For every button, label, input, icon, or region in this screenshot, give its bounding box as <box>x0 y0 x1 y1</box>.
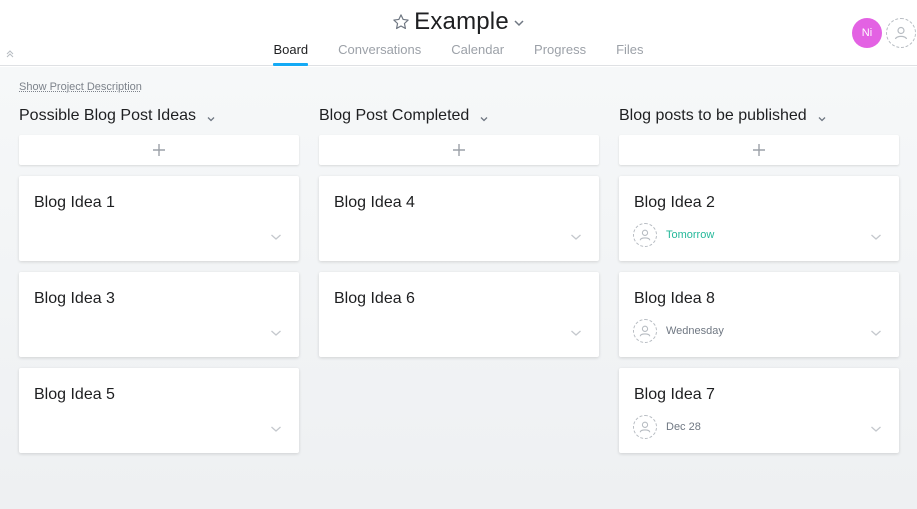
board-column: Blog posts to be published Blog Idea 2 T… <box>619 105 899 453</box>
chevron-down-icon[interactable] <box>270 327 282 339</box>
assignee-button[interactable] <box>633 415 657 439</box>
avatar[interactable]: Ni <box>852 18 882 48</box>
tab-conversations[interactable]: Conversations <box>338 40 421 66</box>
task-card[interactable]: Blog Idea 6 <box>319 272 599 357</box>
tab-calendar[interactable]: Calendar <box>451 40 504 66</box>
chevron-down-icon[interactable] <box>513 16 525 28</box>
task-card[interactable]: Blog Idea 5 <box>19 368 299 453</box>
plus-icon <box>153 144 165 156</box>
tab-progress[interactable]: Progress <box>534 40 586 66</box>
chevron-down-icon[interactable] <box>570 231 582 243</box>
add-task-button[interactable] <box>619 135 899 165</box>
chevron-down-icon[interactable] <box>870 327 882 339</box>
chevron-down-icon[interactable] <box>870 423 882 435</box>
chevron-down-icon[interactable] <box>270 423 282 435</box>
add-member-button[interactable] <box>886 18 916 48</box>
plus-icon <box>453 144 465 156</box>
add-task-button[interactable] <box>319 135 599 165</box>
task-title: Blog Idea 5 <box>34 386 115 403</box>
board-column: Possible Blog Post Ideas Blog Idea 1 Blo… <box>19 105 299 453</box>
column-title: Blog Post Completed <box>319 107 470 124</box>
project-tabs: Board Conversations Calendar Progress Fi… <box>0 40 917 66</box>
task-title: Blog Idea 8 <box>634 290 715 307</box>
task-card[interactable]: Blog Idea 3 <box>19 272 299 357</box>
column-title: Possible Blog Post Ideas <box>19 107 196 124</box>
assignee-button[interactable] <box>633 223 657 247</box>
project-title: Example <box>414 8 509 35</box>
person-icon <box>894 26 908 40</box>
board-column: Blog Post Completed Blog Idea 4 Blog Ide… <box>319 105 599 357</box>
task-title: Blog Idea 4 <box>334 194 415 211</box>
tab-board[interactable]: Board <box>273 40 308 66</box>
task-card[interactable]: Blog Idea 4 <box>319 176 599 261</box>
chevron-down-icon[interactable] <box>817 111 827 122</box>
task-title: Blog Idea 6 <box>334 290 415 307</box>
due-date[interactable]: Wednesday <box>666 325 724 337</box>
chevron-down-icon[interactable] <box>870 231 882 243</box>
tab-files[interactable]: Files <box>616 40 643 66</box>
task-title: Blog Idea 2 <box>634 194 715 211</box>
show-project-description-link[interactable]: Show Project Description <box>19 81 142 93</box>
person-icon <box>639 325 651 337</box>
board: Show Project Description Possible Blog P… <box>0 67 917 509</box>
column-title: Blog posts to be published <box>619 107 807 124</box>
task-title: Blog Idea 7 <box>634 386 715 403</box>
person-icon <box>639 421 651 433</box>
add-task-button[interactable] <box>19 135 299 165</box>
project-header: Example Board Conversations Calendar Pro… <box>0 0 917 66</box>
task-card[interactable]: Blog Idea 8 Wednesday <box>619 272 899 357</box>
plus-icon <box>753 144 765 156</box>
chevron-down-icon[interactable] <box>206 111 216 122</box>
task-title: Blog Idea 1 <box>34 194 115 211</box>
chevron-down-icon[interactable] <box>479 111 489 122</box>
task-card[interactable]: Blog Idea 2 Tomorrow <box>619 176 899 261</box>
due-date[interactable]: Dec 28 <box>666 421 701 433</box>
task-card[interactable]: Blog Idea 1 <box>19 176 299 261</box>
chevron-down-icon[interactable] <box>270 231 282 243</box>
favorite-star-icon[interactable] <box>392 13 410 31</box>
task-title: Blog Idea 3 <box>34 290 115 307</box>
task-card[interactable]: Blog Idea 7 Dec 28 <box>619 368 899 453</box>
due-date[interactable]: Tomorrow <box>666 229 714 241</box>
chevron-down-icon[interactable] <box>570 327 582 339</box>
assignee-button[interactable] <box>633 319 657 343</box>
person-icon <box>639 229 651 241</box>
